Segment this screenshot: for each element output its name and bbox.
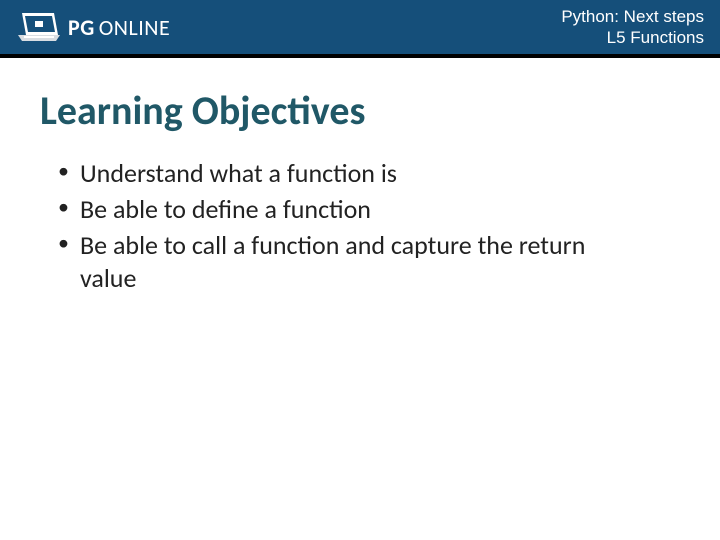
brand-text: PG ONLINE [68,14,170,41]
brand-logo: PG ONLINE [18,11,170,43]
slide-header: PG ONLINE Python: Next steps L5 Function… [0,0,720,58]
slide-heading: Learning Objectives [40,86,680,135]
laptop-icon [18,11,60,43]
list-item: Be able to call a function and capture t… [62,229,622,297]
list-item: Understand what a function is [62,157,622,191]
course-line-2: L5 Functions [561,27,704,48]
brand-online: ONLINE [99,14,171,41]
course-title: Python: Next steps L5 Functions [561,6,704,49]
list-item: Be able to define a function [62,193,622,227]
brand-pg: PG [68,14,95,41]
course-line-1: Python: Next steps [561,6,704,27]
slide-body: Learning Objectives Understand what a fu… [0,58,720,296]
objectives-list: Understand what a function is Be able to… [40,157,680,296]
